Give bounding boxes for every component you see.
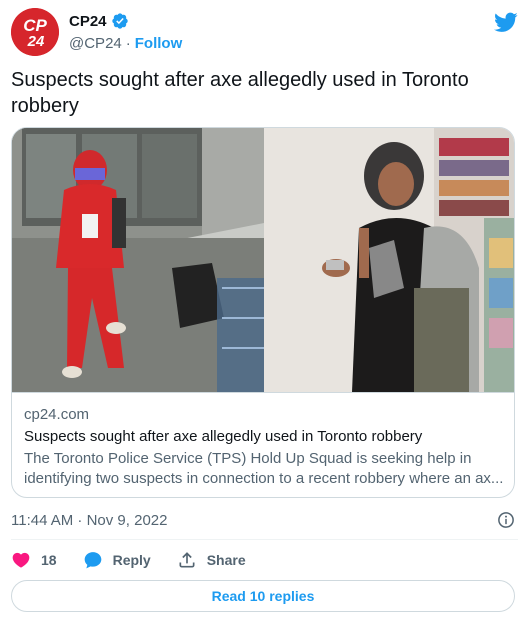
handle[interactable]: @CP24 [69,35,122,52]
separator-dot: · [125,35,131,52]
read-replies-button[interactable]: Read 10 replies [11,580,515,612]
reply-button[interactable]: Reply [83,550,151,570]
timestamp-row: 11:44 AM · Nov 9, 2022 [11,509,515,531]
card-domain: cp24.com [24,406,90,423]
share-button[interactable]: Share [177,550,246,570]
share-upload-icon [179,552,195,568]
card-image-area[interactable] [12,128,514,392]
reply-bubble-icon [84,552,101,569]
link-card[interactable]: cp24.com Suspects sought after axe alleg… [11,127,515,498]
like-button[interactable]: 18 [11,550,57,570]
info-icon[interactable] [497,511,515,529]
twitter-bird-icon[interactable] [494,10,518,34]
tweet-header: CP 24 CP24 @CP24 · Follow [11,6,518,56]
avatar[interactable]: CP 24 [11,8,59,56]
like-count: 18 [41,552,57,568]
timestamp[interactable]: 11:44 AM · Nov 9, 2022 [11,512,167,529]
reply-label: Reply [112,552,151,568]
avatar-text-bottom: 24 [27,33,45,50]
divider [11,539,518,540]
card-info[interactable]: cp24.com Suspects sought after axe alleg… [12,392,514,497]
display-name[interactable]: CP24 [69,13,107,30]
verified-badge-icon [111,13,128,29]
card-title: Suspects sought after axe allegedly used… [24,428,423,445]
card-description: The Toronto Police Service (TPS) Hold Up… [24,449,504,489]
tweet-text: Suspects sought after axe allegedly used… [11,69,469,117]
author-block: CP24 @CP24 · Follow [69,11,183,53]
heart-icon [12,552,30,568]
cp24-logo-icon: CP 24 [11,8,59,56]
suspect-photo-left [12,128,264,392]
action-bar: 18 Reply Share [11,548,272,572]
suspect-photo-right [264,128,514,392]
card-description-line-2: identifying two suspects in connection t… [24,470,504,487]
card-description-line-1: The Toronto Police Service (TPS) Hold Up… [24,450,472,467]
follow-button[interactable]: Follow [135,35,183,52]
share-label: Share [206,552,246,568]
